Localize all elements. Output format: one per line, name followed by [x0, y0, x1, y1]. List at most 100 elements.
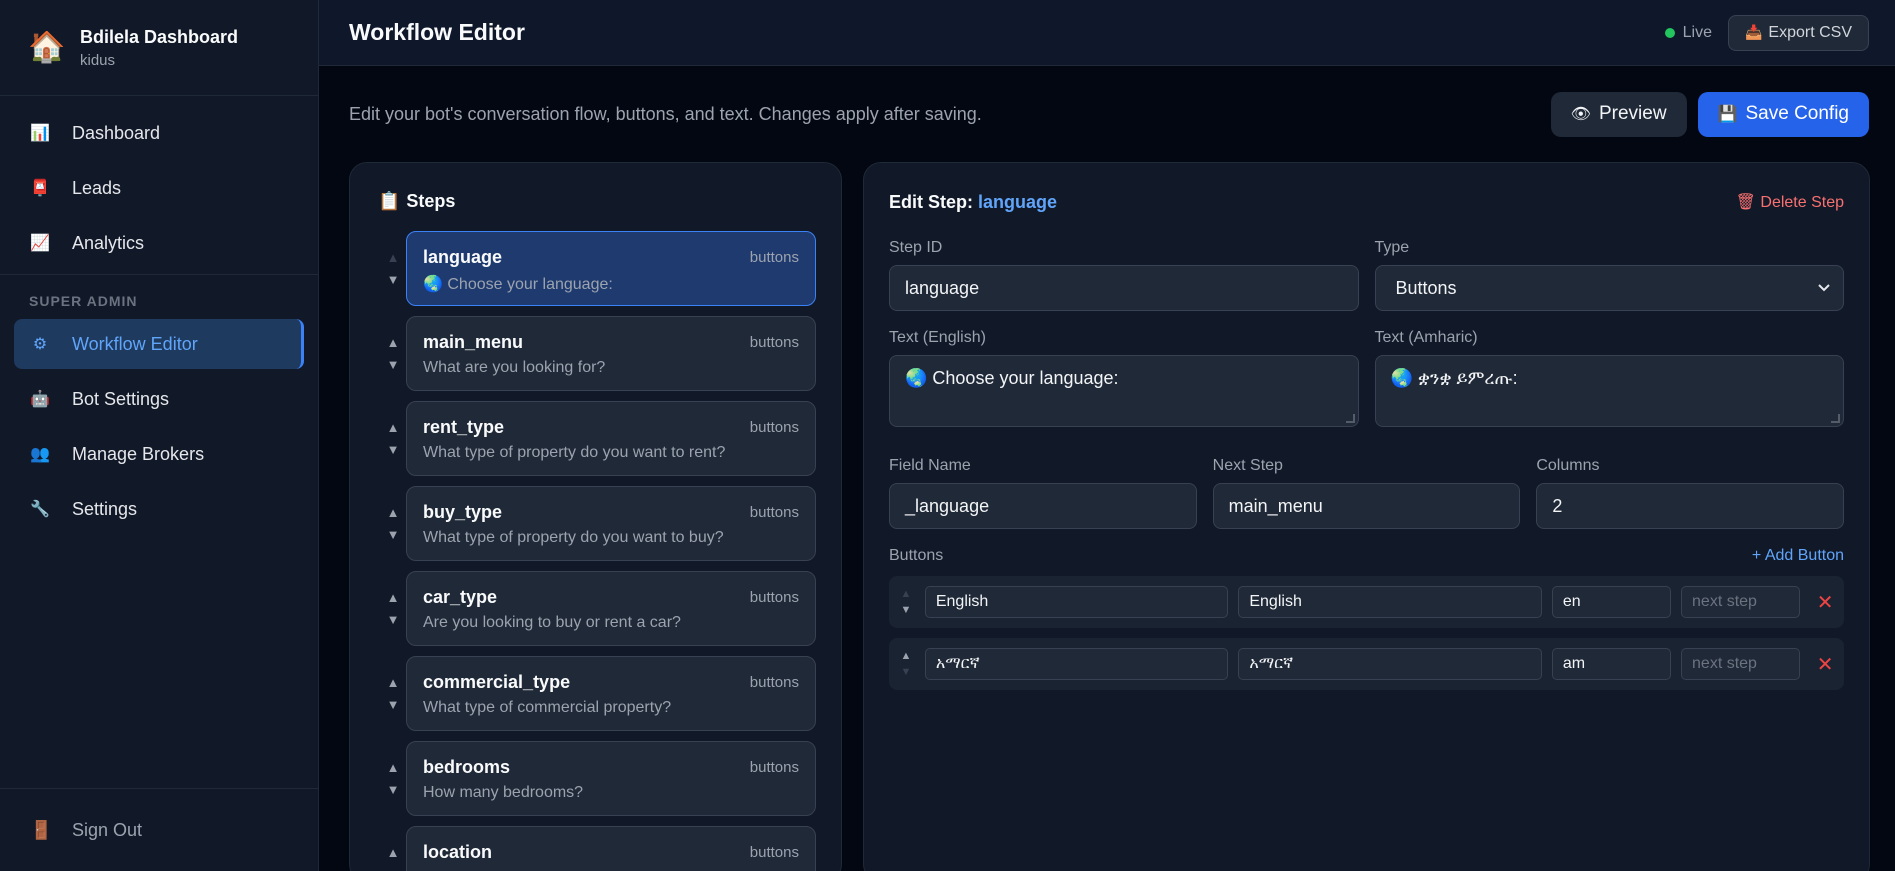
sidebar-item-bot-settings[interactable]: 🤖 Bot Settings [14, 374, 304, 424]
add-button-link[interactable]: + Add Button [1752, 547, 1844, 565]
step-card-car-type[interactable]: car_type buttons Are you looking to buy … [406, 571, 816, 646]
move-down-icon[interactable]: ▼ [900, 602, 911, 618]
reorder-controls: ▲ ▼ [380, 842, 406, 871]
step-row: ▲ ▼ bedrooms buttons How many bedrooms? [380, 741, 816, 816]
step-type: buttons [749, 334, 799, 351]
move-down-icon[interactable]: ▼ [387, 779, 400, 801]
live-dot-icon [1664, 27, 1675, 38]
step-id-label: Step ID [889, 239, 943, 256]
move-down-icon[interactable]: ▼ [387, 864, 400, 871]
move-up-icon[interactable]: ▲ [387, 247, 400, 269]
nav-divider [0, 274, 318, 275]
step-text: How many bedrooms? [423, 784, 584, 801]
sidebar-item-label: Analytics [72, 232, 145, 253]
button-value-input[interactable]: en [1551, 586, 1672, 618]
step-row: ▲ ▼ language buttons 🌏 Choose your langu… [380, 231, 816, 306]
move-down-icon[interactable]: ▼ [900, 664, 911, 680]
resize-handle-icon[interactable] [1831, 414, 1840, 423]
field-name-input[interactable]: _language [889, 483, 1197, 529]
clipboard-icon: 📋 [378, 191, 401, 211]
step-text: What type of commercial property? [423, 699, 672, 716]
reorder-controls: ▲ ▼ [380, 417, 406, 461]
delete-step-button[interactable]: 🗑 Delete Step [1736, 192, 1844, 212]
steps-panel: 📋 Steps ▲ ▼ language buttons 🌏 Choose you… [349, 162, 842, 871]
remove-button-icon[interactable]: ✕ [1816, 590, 1834, 615]
remove-button-icon[interactable]: ✕ [1816, 652, 1834, 677]
reorder-controls: ▲ ▼ [380, 502, 406, 546]
reorder-controls: ▲ ▼ [380, 332, 406, 376]
step-card-main-menu[interactable]: main_menu buttons What are you looking f… [406, 316, 816, 391]
step-name: bedrooms [423, 757, 511, 777]
move-up-icon[interactable]: ▲ [387, 332, 400, 354]
step-card-bedrooms[interactable]: bedrooms buttons How many bedrooms? [406, 741, 816, 816]
sign-out-button[interactable]: 🚪 Sign Out [30, 820, 142, 841]
move-down-icon[interactable]: ▼ [387, 439, 400, 461]
text-amharic-field-group: Text (Amharic) 🌏 ቋንቋ ይምረጡ: [1374, 329, 1844, 427]
button-text-am-input[interactable]: English [1238, 586, 1542, 618]
sign-out-label: Sign Out [72, 819, 143, 840]
step-text: What type of property do you want to buy… [423, 529, 724, 546]
step-type: buttons [749, 589, 799, 606]
save-config-button[interactable]: 💾 Save Config [1697, 91, 1869, 137]
sidebar-item-settings[interactable]: 🔧 Settings [14, 484, 304, 534]
preview-button[interactable]: 👁 Preview [1550, 91, 1687, 137]
move-up-icon[interactable]: ▲ [387, 757, 400, 779]
move-down-icon[interactable]: ▼ [387, 609, 400, 631]
step-name: location [423, 842, 493, 862]
text-english-label: Text (English) [889, 329, 986, 346]
step-id-input[interactable]: language [889, 265, 1359, 311]
sidebar-item-dashboard[interactable]: 📊 Dashboard [14, 108, 304, 158]
reorder-controls: ▲ ▼ [380, 247, 406, 291]
text-row: Text (English) 🌏 Choose your language: T… [889, 329, 1844, 427]
step-card-rent-type[interactable]: rent_type buttons What type of property … [406, 401, 816, 476]
step-card-location[interactable]: location buttons [406, 826, 816, 871]
type-select[interactable]: Buttons [1374, 265, 1844, 311]
step-text: What type of property do you want to ren… [423, 444, 726, 461]
step-name: rent_type [423, 417, 505, 437]
users-icon: 👥 [30, 446, 50, 463]
step-card-buy-type[interactable]: buy_type buttons What type of property d… [406, 486, 816, 561]
button-text-am-input[interactable]: አማርኛ [1238, 648, 1542, 680]
button-value-input[interactable]: am [1551, 648, 1672, 680]
export-csv-button[interactable]: 📥 Export CSV [1727, 14, 1869, 51]
step-card-commercial-type[interactable]: commercial_type buttons What type of com… [406, 656, 816, 731]
button-text-en-input[interactable]: አማርኛ [924, 648, 1229, 680]
move-up-icon[interactable]: ▲ [387, 587, 400, 609]
step-text: 🌏 Choose your language: [423, 276, 613, 293]
move-up-icon[interactable]: ▲ [387, 672, 400, 694]
chevron-down-icon [1818, 284, 1830, 292]
sidebar-item-leads[interactable]: 📮 Leads [14, 163, 304, 213]
step-row: ▲ ▼ location buttons [380, 826, 816, 871]
step-id-field-group: Step ID language [889, 239, 1359, 311]
field-name-label: Field Name [889, 457, 971, 474]
move-down-icon[interactable]: ▼ [387, 269, 400, 291]
button-text-en-input[interactable]: English [924, 586, 1229, 618]
step-row: ▲ ▼ commercial_type buttons What type of… [380, 656, 816, 731]
columns-group: Columns 2 [1536, 457, 1845, 529]
move-up-icon[interactable]: ▲ [387, 502, 400, 524]
text-amharic-textarea[interactable]: 🌏 ቋንቋ ይምረጡ: [1374, 355, 1844, 427]
step-type: buttons [749, 504, 799, 521]
trash-icon: 🗑 [1735, 194, 1756, 211]
sidebar-item-label: Dashboard [72, 122, 161, 143]
move-up-icon[interactable]: ▲ [900, 586, 911, 602]
button-next-step-input[interactable]: next step [1681, 648, 1801, 680]
move-down-icon[interactable]: ▼ [387, 354, 400, 376]
sidebar-item-workflow-editor[interactable]: ⚙ Workflow Editor [14, 319, 304, 369]
move-down-icon[interactable]: ▼ [387, 694, 400, 716]
text-english-textarea[interactable]: 🌏 Choose your language: [889, 355, 1359, 427]
move-up-icon[interactable]: ▲ [900, 648, 911, 664]
brand-username: kidus [80, 51, 116, 69]
move-down-icon[interactable]: ▼ [387, 524, 400, 546]
columns-input[interactable]: 2 [1536, 483, 1845, 529]
move-up-icon[interactable]: ▲ [387, 417, 400, 439]
step-card-language[interactable]: language buttons 🌏 Choose your language: [406, 231, 816, 306]
sidebar-item-manage-brokers[interactable]: 👥 Manage Brokers [14, 429, 304, 479]
button-next-step-input[interactable]: next step [1681, 586, 1801, 618]
text-english-field-group: Text (English) 🌏 Choose your language: [889, 329, 1359, 427]
move-up-icon[interactable]: ▲ [387, 842, 400, 864]
sidebar-item-label: Settings [72, 498, 138, 519]
resize-handle-icon[interactable] [1345, 414, 1355, 423]
next-step-input[interactable]: main_menu [1212, 483, 1521, 529]
sidebar-item-analytics[interactable]: 📈 Analytics [14, 218, 304, 268]
